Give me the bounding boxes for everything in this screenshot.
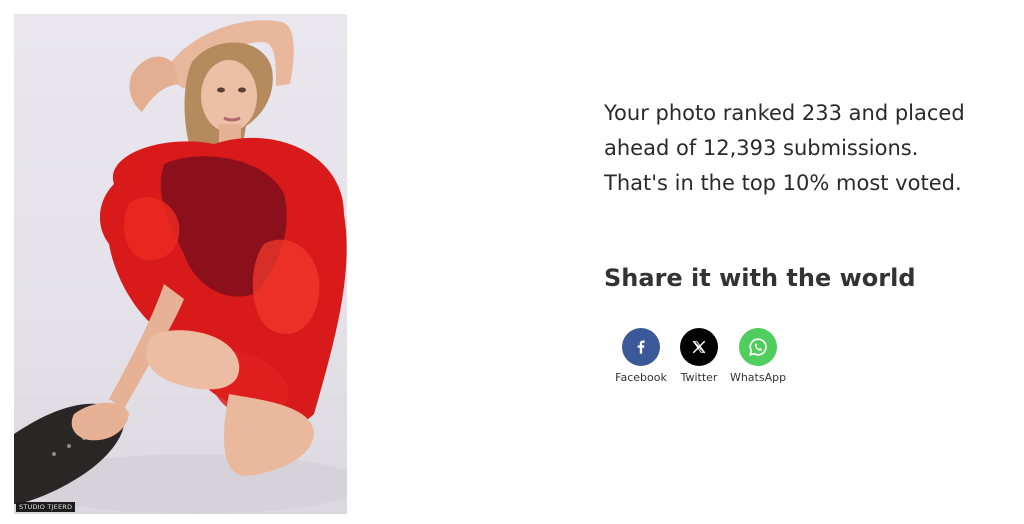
whatsapp-share-button[interactable]: WhatsApp <box>726 328 790 384</box>
share-buttons: Facebook Twitter WhatsApp <box>612 328 790 384</box>
submission-photo: STUDIO TJEERD <box>14 14 347 514</box>
share-title: Share it with the world <box>604 264 916 292</box>
result-line-3: That's in the top 10% most voted. <box>604 171 962 195</box>
twitter-label: Twitter <box>680 371 718 384</box>
ranking-result: Your photo ranked 233 and placed ahead o… <box>604 96 1014 201</box>
facebook-share-button[interactable]: Facebook <box>612 328 670 384</box>
photo-illustration <box>14 20 347 514</box>
result-line-2: ahead of 12,393 submissions. <box>604 136 919 160</box>
twitter-share-button[interactable]: Twitter <box>672 328 726 384</box>
facebook-label: Facebook <box>615 371 667 384</box>
x-twitter-icon[interactable] <box>680 328 718 366</box>
whatsapp-label: WhatsApp <box>729 371 787 384</box>
photo-watermark: STUDIO TJEERD <box>16 502 76 512</box>
facebook-icon[interactable] <box>622 328 660 366</box>
whatsapp-icon[interactable] <box>739 328 777 366</box>
result-line-1: Your photo ranked 233 and placed <box>604 101 965 125</box>
